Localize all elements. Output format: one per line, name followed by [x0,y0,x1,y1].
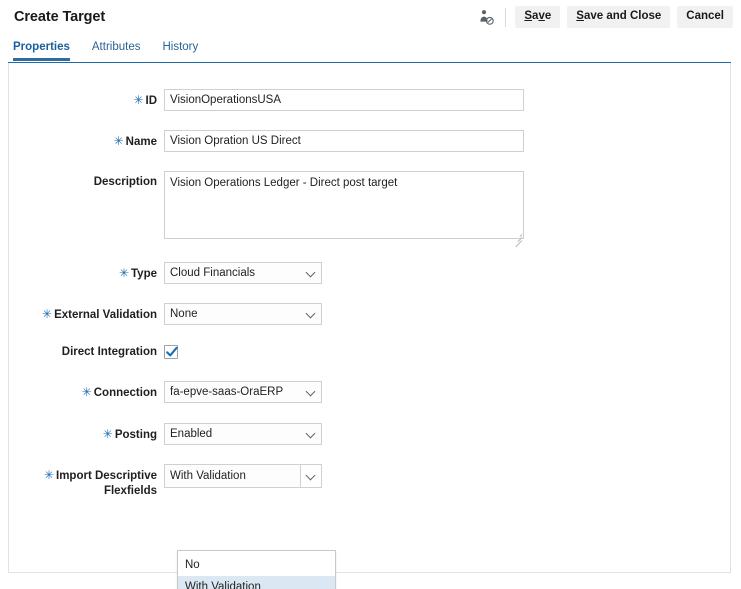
posting-select-value: Enabled [170,428,213,440]
page-title: Create Target [14,9,106,25]
required-marker-icon: ✳ [102,427,113,441]
chevron-down-icon[interactable] [300,382,321,402]
label-type: ✳ Type [118,266,157,280]
required-marker-icon: ✳ [113,134,124,148]
chevron-down-icon[interactable] [300,304,321,324]
field-row-external-validation: ✳ External Validation None [9,303,322,325]
save-button[interactable]: Save [515,6,561,28]
dropdown-option-with-validation[interactable]: With Validation [178,576,335,589]
chevron-down-icon[interactable] [300,263,321,283]
external-validation-select[interactable]: None [164,303,322,325]
user-security-icon[interactable] [475,6,497,28]
type-select-value: Cloud Financials [170,267,256,279]
label-external-validation: ✳ External Validation [42,307,157,321]
field-row-name: ✳ Name [9,130,524,152]
checkmark-icon [166,346,178,357]
import-descriptive-flexfields-select-value: With Validation [170,470,246,482]
label-name: ✳ Name [113,134,157,148]
header-divider [505,7,507,27]
label-description: Description [93,176,157,188]
required-marker-icon: ✳ [81,385,92,399]
tab-history[interactable]: History [151,40,209,61]
chevron-down-icon[interactable] [300,424,321,444]
required-marker-icon: ✳ [43,468,55,482]
import-descriptive-flexfields-select[interactable]: With Validation [164,464,322,488]
header-actions: Save Save and Close Cancel [475,6,733,28]
external-validation-select-value: None [170,308,198,320]
field-row-import-descriptive-flexfields: ✳ Import Descriptive Flexfields With Vali… [9,464,322,499]
field-row-description: Description Vision Operations Ledger - D… [9,171,524,248]
id-input[interactable] [164,89,524,111]
label-direct-integration: Direct Integration [61,346,157,358]
tab-attributes[interactable]: Attributes [81,40,152,61]
type-select[interactable]: Cloud Financials [164,262,322,284]
tab-properties[interactable]: Properties [13,40,81,61]
required-marker-icon: ✳ [42,307,53,321]
label-import-descriptive-flexfields: ✳ Import Descriptive Flexfields [43,468,157,497]
dropdown-option-no[interactable]: No [178,554,335,576]
field-row-type: ✳ Type Cloud Financials [9,262,322,284]
description-wrapper: Vision Operations Ledger - Direct post t… [164,171,524,248]
cancel-button[interactable]: Cancel [677,6,733,28]
field-row-id: ✳ ID [9,89,524,111]
label-id: ✳ ID [133,93,157,107]
page-header: Create Target Save Save and Close Cancel [0,0,741,34]
properties-panel: ✳ID ✳Name Description Vision Operations … [8,63,731,589]
create-target-page: Create Target Save Save and Close Cancel… [0,0,741,589]
save-and-close-button[interactable]: Save and Close [567,6,671,28]
field-row-posting: ✳ Posting Enabled [9,423,322,445]
field-row-connection: ✳ Connection fa-epve-saas-OraERP [9,381,322,403]
tab-bar: Properties Attributes History [0,40,741,63]
name-input[interactable] [164,130,524,152]
chevron-down-icon[interactable] [300,465,321,487]
description-textarea[interactable]: Vision Operations Ledger - Direct post t… [164,171,524,239]
required-marker-icon: ✳ [133,93,144,107]
import-descriptive-flexfields-dropdown: No With Validation Without Validation [177,550,336,589]
connection-select-value: fa-epve-saas-OraERP [170,386,284,398]
field-row-direct-integration: Direct Integration [9,341,178,360]
label-posting: ✳ Posting [102,427,157,441]
posting-select[interactable]: Enabled [164,423,322,445]
required-marker-icon: ✳ [118,266,129,280]
direct-integration-checkbox[interactable] [164,345,178,359]
connection-select[interactable]: fa-epve-saas-OraERP [164,381,322,403]
label-connection: ✳ Connection [81,385,157,399]
